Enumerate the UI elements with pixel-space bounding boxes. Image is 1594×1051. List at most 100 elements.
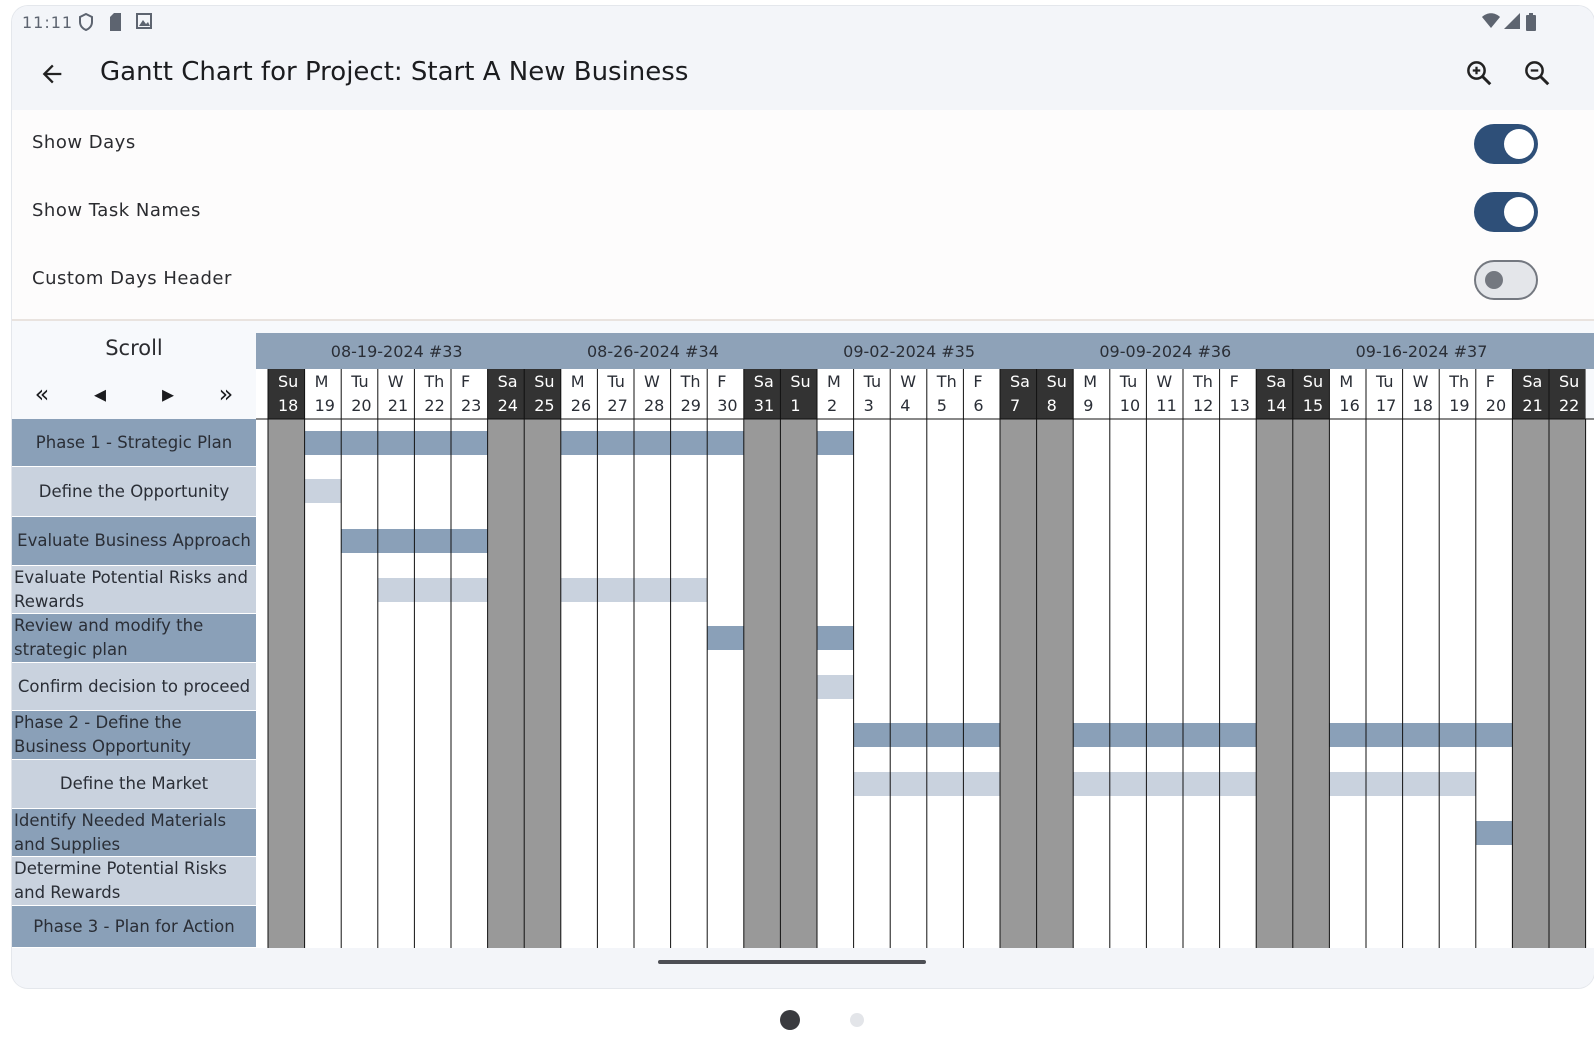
task-bar[interactable] xyxy=(451,578,488,602)
task-bar[interactable] xyxy=(1475,821,1513,845)
task-bar[interactable] xyxy=(451,529,488,553)
zoom-in-icon xyxy=(1467,61,1492,86)
task-bar[interactable] xyxy=(1073,772,1110,796)
task-bar[interactable] xyxy=(377,431,415,455)
task-bar[interactable] xyxy=(817,626,854,650)
task-bar[interactable] xyxy=(670,431,708,455)
task-bar[interactable] xyxy=(1183,723,1220,747)
bottom-bar xyxy=(12,948,1594,988)
task-label[interactable]: Confirm decision to proceed xyxy=(12,663,256,711)
task-label[interactable]: Identify Needed Materials and Supplies xyxy=(12,809,256,857)
task-label[interactable]: Phase 3 - Plan for Action xyxy=(12,906,256,948)
day-name: W xyxy=(1156,372,1172,391)
task-bar[interactable] xyxy=(1073,723,1110,747)
gantt-timeline[interactable]: 08-19-2024 #33 08-26-2024 #34 09-02-2024 #… xyxy=(256,321,1594,948)
task-bar[interactable] xyxy=(560,578,598,602)
task-bar[interactable] xyxy=(1402,772,1440,796)
task-label[interactable]: Determine Potential Risks and Rewards xyxy=(12,857,256,906)
task-bar[interactable] xyxy=(560,431,598,455)
task-label[interactable]: Evaluate Business Approach xyxy=(12,517,256,566)
task-bar[interactable] xyxy=(341,431,378,455)
task-bar[interactable] xyxy=(670,578,708,602)
task-label[interactable]: Review and modify the strategic plan xyxy=(12,614,256,663)
task-bar[interactable] xyxy=(304,431,342,455)
scroll-prev-button[interactable]: ◂ xyxy=(80,379,120,409)
sim-card-icon xyxy=(110,13,121,31)
task-bar[interactable] xyxy=(597,431,634,455)
wifi-icon xyxy=(1482,13,1500,28)
show-task-names-toggle[interactable] xyxy=(1474,192,1538,232)
task-bar[interactable] xyxy=(817,675,854,699)
task-bar[interactable] xyxy=(634,578,671,602)
task-bar[interactable] xyxy=(1402,723,1440,747)
page-indicator-active[interactable] xyxy=(780,1010,800,1030)
day-name: W xyxy=(388,372,404,391)
scroll-next-button[interactable]: ▸ xyxy=(148,379,188,409)
task-bar[interactable] xyxy=(1329,723,1366,747)
back-button[interactable] xyxy=(32,54,72,94)
zoom-out-button[interactable] xyxy=(1522,58,1558,94)
task-bar[interactable] xyxy=(853,723,891,747)
task-bar[interactable] xyxy=(451,431,488,455)
day-name: Sa xyxy=(1010,372,1030,391)
task-bar[interactable] xyxy=(1219,772,1257,796)
task-bar[interactable] xyxy=(1183,772,1220,796)
task-bar[interactable] xyxy=(963,723,1000,747)
day-number: 29 xyxy=(681,396,701,415)
home-indicator[interactable] xyxy=(658,960,926,964)
task-bar[interactable] xyxy=(414,578,451,602)
day-name: Tu xyxy=(863,372,881,391)
task-bar[interactable] xyxy=(963,772,1000,796)
day-number: 18 xyxy=(1413,396,1433,415)
scroll-first-button[interactable]: « xyxy=(22,379,62,409)
task-bar[interactable] xyxy=(304,479,342,503)
task-bar[interactable] xyxy=(1475,723,1513,747)
show-days-toggle[interactable] xyxy=(1474,124,1538,164)
setting-custom-days-header: Custom Days Header xyxy=(12,246,1594,314)
task-bar[interactable] xyxy=(1146,723,1183,747)
task-bar[interactable] xyxy=(890,723,927,747)
day-number: 9 xyxy=(1083,396,1093,415)
task-bar[interactable] xyxy=(1109,772,1147,796)
custom-days-header-toggle[interactable] xyxy=(1474,260,1538,300)
task-label[interactable]: Phase 2 - Define the Business Opportunit… xyxy=(12,711,256,760)
task-bar[interactable] xyxy=(1439,723,1476,747)
task-bar[interactable] xyxy=(414,431,451,455)
task-bar[interactable] xyxy=(853,772,891,796)
task-bar[interactable] xyxy=(414,529,451,553)
task-bar[interactable] xyxy=(377,578,415,602)
day-name: Su xyxy=(1303,372,1323,391)
image-icon xyxy=(136,13,152,29)
setting-show-task-names: Show Task Names xyxy=(12,178,1594,246)
week-label: 09-16-2024 #37 xyxy=(1356,342,1488,361)
task-bar[interactable] xyxy=(1329,772,1366,796)
task-bar[interactable] xyxy=(1109,723,1147,747)
task-bar[interactable] xyxy=(1366,723,1403,747)
task-label[interactable]: Phase 1 - Strategic Plan xyxy=(12,419,256,467)
day-name: M xyxy=(1339,372,1353,391)
zoom-in-button[interactable] xyxy=(1464,58,1500,94)
day-number: 3 xyxy=(864,396,874,415)
scroll-last-button[interactable]: » xyxy=(206,379,246,409)
task-bar[interactable] xyxy=(1366,772,1403,796)
task-label[interactable]: Evaluate Potential Risks and Rewards xyxy=(12,566,256,614)
task-bar[interactable] xyxy=(817,431,854,455)
task-bar[interactable] xyxy=(597,578,634,602)
task-bar[interactable] xyxy=(926,772,964,796)
task-bar[interactable] xyxy=(341,529,378,553)
task-bar[interactable] xyxy=(890,772,927,796)
task-bar[interactable] xyxy=(377,529,415,553)
page-indicator-inactive[interactable] xyxy=(850,1013,864,1027)
day-number: 14 xyxy=(1266,396,1286,415)
task-label[interactable]: Define the Market xyxy=(12,760,256,809)
task-bar[interactable] xyxy=(1219,723,1257,747)
task-bar[interactable] xyxy=(634,431,671,455)
task-bar[interactable] xyxy=(1146,772,1183,796)
task-bar[interactable] xyxy=(707,626,744,650)
task-bar[interactable] xyxy=(926,723,964,747)
task-bar[interactable] xyxy=(1439,772,1476,796)
status-bar: 11:11 xyxy=(12,6,1594,38)
weekend-column xyxy=(1549,419,1586,948)
task-label[interactable]: Define the Opportunity xyxy=(12,467,256,517)
task-bar[interactable] xyxy=(707,431,744,455)
